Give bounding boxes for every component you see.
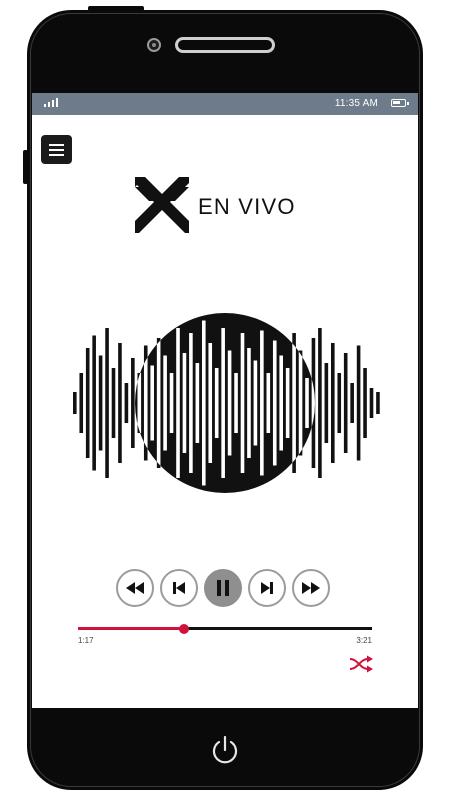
status-bar: 11:35 AM	[32, 93, 418, 115]
wave-bar-inner	[260, 330, 264, 476]
sound-wave-icon	[73, 313, 380, 493]
wave-bar	[118, 343, 122, 463]
progress-track[interactable]	[78, 623, 372, 634]
elapsed-time: 1:17	[78, 636, 94, 645]
app-logo: EN VIVO	[132, 173, 322, 237]
wave-bar	[331, 343, 335, 463]
x-logo-icon	[135, 177, 189, 233]
rewind-button[interactable]	[116, 569, 154, 607]
wave-bar-inner	[156, 338, 161, 468]
progress-knob[interactable]	[178, 623, 189, 634]
power-button[interactable]	[208, 733, 242, 767]
fast-forward-icon	[302, 582, 320, 594]
battery-icon	[391, 99, 409, 107]
wave-bar	[79, 373, 84, 433]
wave-bar-inner	[247, 348, 251, 458]
wave-bar-inner	[195, 363, 200, 443]
wave-bar-inner	[169, 373, 174, 433]
wave-bar	[356, 345, 361, 461]
wave-bar	[92, 335, 96, 471]
wave-bar	[324, 363, 329, 443]
wave-bar	[85, 348, 90, 458]
wave-bar-inner	[253, 360, 258, 446]
wave-bar	[363, 368, 367, 438]
play-pause-button[interactable]	[204, 569, 242, 607]
phone-screen: 11:35 AM EN VIVO 1:17 3:21	[32, 93, 418, 708]
wave-bar-inner	[137, 373, 142, 433]
wave-bar	[98, 355, 103, 451]
wave-bar	[337, 373, 342, 433]
skip-next-icon	[261, 582, 273, 594]
wave-bar-inner	[221, 328, 225, 478]
rewind-icon	[126, 582, 144, 594]
progress-fill	[78, 627, 184, 630]
wave-bar-inner	[240, 333, 245, 473]
playback-controls	[116, 569, 336, 609]
wave-bar-inner	[234, 373, 238, 433]
wave-bar	[343, 353, 348, 453]
wave-bar	[318, 328, 322, 478]
wave-bar-inner	[285, 368, 290, 438]
wave-bar-inner	[150, 365, 154, 441]
shuffle-button[interactable]	[348, 655, 374, 673]
wave-bar-inner	[176, 328, 180, 478]
total-time: 3:21	[356, 636, 372, 645]
wave-bar	[131, 358, 135, 448]
wave-bar	[111, 368, 116, 438]
wave-bar	[73, 392, 77, 414]
wave-bar-inner	[202, 320, 206, 486]
fast-forward-button[interactable]	[292, 569, 330, 607]
hamburger-menu-icon[interactable]	[41, 135, 72, 164]
pause-icon	[217, 580, 229, 596]
wave-bar-inner	[279, 355, 283, 451]
signal-bars-icon	[44, 98, 58, 107]
wave-bar-inner	[208, 343, 213, 463]
wave-bar-inner	[163, 355, 167, 451]
wave-bar-inner	[292, 333, 296, 473]
wave-bar-inner	[189, 333, 193, 473]
next-button[interactable]	[248, 569, 286, 607]
battery-level	[393, 101, 400, 104]
wave-bar	[376, 392, 380, 414]
wave-bar-inner	[272, 340, 277, 466]
earpiece-speaker	[175, 37, 275, 53]
skip-previous-icon	[173, 582, 185, 594]
wave-bar	[124, 383, 129, 423]
wave-bar-inner	[298, 350, 303, 456]
shuffle-icon	[349, 655, 373, 673]
power-icon	[212, 735, 238, 764]
wave-bar	[350, 383, 354, 423]
logo-text: EN VIVO	[198, 194, 296, 219]
status-time: 11:35 AM	[334, 98, 378, 109]
wave-bar-inner	[227, 350, 232, 456]
front-camera	[147, 38, 161, 52]
wave-bar	[105, 328, 109, 478]
wave-bar-inner	[182, 353, 187, 453]
wave-bar	[369, 388, 374, 418]
wave-bar-inner	[305, 378, 309, 428]
wave-bar-inner	[214, 368, 219, 438]
wave-bar-inner	[266, 373, 271, 433]
previous-button[interactable]	[160, 569, 198, 607]
